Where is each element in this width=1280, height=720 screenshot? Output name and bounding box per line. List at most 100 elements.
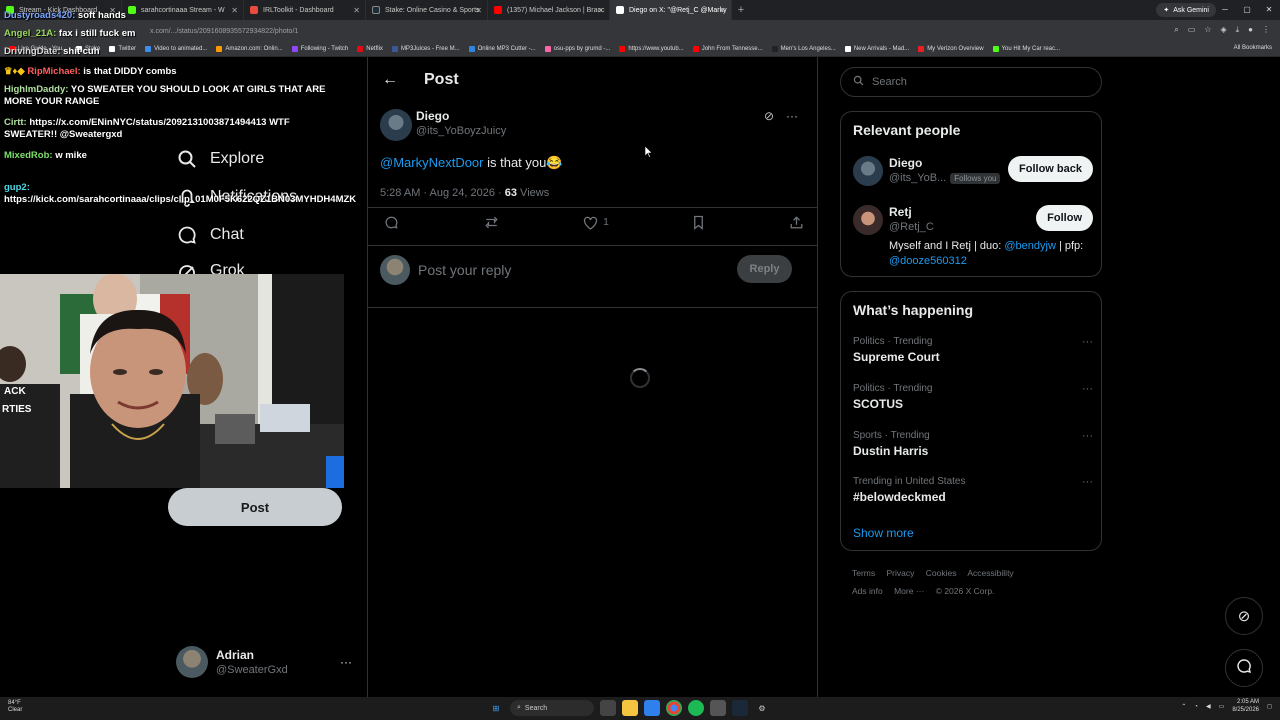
browser-tab-active[interactable]: Diego on X: "@Retj_C @Marky ✕ bbox=[610, 0, 732, 20]
new-tab-button[interactable]: + bbox=[732, 4, 750, 16]
share-icon[interactable] bbox=[789, 215, 804, 230]
bookmark-item[interactable]: osu-pps by grumd -... bbox=[544, 46, 610, 52]
minimize-icon[interactable]: ─ bbox=[1214, 0, 1236, 20]
more-icon[interactable]: ··· bbox=[1082, 430, 1093, 442]
svg-text:ACK: ACK bbox=[4, 386, 26, 397]
close-tab-icon[interactable]: ✕ bbox=[353, 6, 360, 15]
close-tab-icon[interactable]: ✕ bbox=[719, 6, 726, 15]
spotify-icon[interactable] bbox=[688, 700, 704, 716]
more-icon[interactable]: ··· bbox=[340, 655, 352, 669]
reply-input[interactable]: Post your reply bbox=[418, 262, 511, 278]
trend-item[interactable]: Politics · Trending Supreme Court ··· bbox=[853, 336, 1093, 364]
post-timestamp[interactable]: 5:28 AM · Aug 24, 2026 · bbox=[380, 187, 505, 199]
follow-back-button[interactable]: Follow back bbox=[1008, 156, 1093, 182]
downloads-icon[interactable]: ⤓ bbox=[1236, 25, 1240, 35]
maximize-icon[interactable]: ▢ bbox=[1236, 0, 1258, 20]
notifications-icon[interactable]: ◻ bbox=[1267, 703, 1272, 710]
repost-icon[interactable] bbox=[483, 215, 500, 230]
trend-item[interactable]: Sports · Trending Dustin Harris ··· bbox=[853, 430, 1093, 458]
bookmark-item[interactable]: You Hit My Car reac... bbox=[992, 46, 1060, 52]
person-card[interactable]: Diego @its_YoB... Follows you Follow back bbox=[853, 156, 1093, 190]
mention-link[interactable]: @MarkyNextDoor bbox=[380, 155, 484, 170]
network-icon[interactable]: ◔ bbox=[1194, 704, 1198, 710]
footer-link[interactable]: Accessibility bbox=[967, 568, 1013, 578]
post-button[interactable]: Post bbox=[168, 488, 342, 526]
bookmark-item[interactable]: Men's Los Angeles... bbox=[771, 46, 836, 52]
author-name[interactable]: Diego bbox=[416, 109, 506, 123]
bookmark-item[interactable]: Netflix bbox=[357, 46, 383, 52]
follow-button[interactable]: Follow bbox=[1036, 205, 1093, 231]
panel-title: What’s happening bbox=[853, 302, 974, 318]
steam-icon[interactable] bbox=[732, 700, 748, 716]
windows-start-icon[interactable]: ⊞ bbox=[488, 700, 504, 716]
account-switcher[interactable]: Adrian @SweaterGxd bbox=[176, 646, 288, 678]
footer-link[interactable]: Ads info bbox=[852, 586, 883, 596]
bookmark-item[interactable]: My Verizon Overview bbox=[918, 46, 984, 52]
bookmark-star-icon[interactable]: ☆ bbox=[1204, 25, 1211, 35]
trend-item[interactable]: Politics · Trending SCOTUS ··· bbox=[853, 383, 1093, 411]
search-input[interactable]: Search bbox=[840, 67, 1102, 97]
trend-context: Sports · Trending bbox=[853, 430, 930, 441]
nav-item-grok[interactable]: Grok bbox=[176, 262, 245, 274]
more-icon[interactable]: ··· bbox=[786, 109, 798, 123]
like-button[interactable]: 1 bbox=[583, 215, 609, 230]
mouse-cursor-icon bbox=[645, 146, 653, 158]
tray-chevron-icon[interactable]: ⌃ bbox=[1181, 703, 1186, 710]
show-more-link[interactable]: Show more bbox=[853, 526, 914, 540]
footer-link[interactable]: More ··· bbox=[894, 586, 924, 596]
ask-gemini-button[interactable]: ✦ Ask Gemini bbox=[1156, 3, 1216, 17]
more-icon[interactable]: ··· bbox=[1082, 336, 1093, 348]
close-window-icon[interactable]: ✕ bbox=[1258, 0, 1280, 20]
grok-icon[interactable]: ⊘ bbox=[764, 109, 774, 123]
task-view-icon[interactable] bbox=[600, 700, 616, 716]
back-arrow-icon[interactable]: ← bbox=[382, 71, 402, 89]
chat-username: MixedRob: bbox=[4, 150, 53, 161]
bookmark-item[interactable]: https://www.youtub... bbox=[619, 46, 684, 52]
bookmark-item[interactable]: MP3Juices - Free M... bbox=[391, 46, 460, 52]
more-icon[interactable]: ··· bbox=[1082, 383, 1093, 395]
cast-icon[interactable]: ▭ bbox=[1188, 25, 1196, 35]
profile-icon[interactable]: ● bbox=[1248, 25, 1253, 35]
close-tab-icon[interactable]: ✕ bbox=[475, 6, 482, 15]
footer-link[interactable]: Privacy bbox=[887, 568, 915, 578]
browser-tab[interactable]: (1357) Michael Jackson | Bracc ✕ bbox=[488, 0, 610, 20]
photos-icon[interactable] bbox=[644, 700, 660, 716]
avatar[interactable] bbox=[380, 109, 412, 141]
more-icon[interactable]: ··· bbox=[1082, 476, 1093, 488]
extensions-icon[interactable]: ◈ bbox=[1220, 25, 1226, 35]
chrome-icon[interactable] bbox=[666, 700, 682, 716]
avatar bbox=[176, 646, 208, 678]
bookmark-item[interactable]: John From Tennesse... bbox=[692, 46, 763, 52]
battery-icon[interactable]: ▭ bbox=[1219, 703, 1225, 710]
app-icon[interactable] bbox=[710, 700, 726, 716]
taskbar-search[interactable]: ⌕ Search bbox=[510, 700, 594, 716]
browser-tab[interactable]: Stake: Online Casino & Sports ✕ bbox=[366, 0, 488, 20]
nav-label: Grok bbox=[210, 262, 245, 274]
reply-button[interactable]: Reply bbox=[737, 255, 792, 283]
clock[interactable]: 2:05 AM 8/25/2026 bbox=[1232, 699, 1259, 715]
mention-link[interactable]: @dooze560312 bbox=[889, 255, 967, 267]
author-handle[interactable]: @its_YoBoyzJuicy bbox=[416, 125, 506, 137]
footer-link[interactable]: Cookies bbox=[926, 568, 957, 578]
close-tab-icon[interactable]: ✕ bbox=[597, 6, 604, 15]
messages-fab-button[interactable] bbox=[1225, 649, 1263, 687]
volume-icon[interactable]: ◀ bbox=[1206, 703, 1211, 710]
grok-fab-button[interactable]: ⊘ bbox=[1225, 597, 1263, 635]
weather-widget[interactable]: 84°F Clear bbox=[8, 700, 22, 714]
trend-item[interactable]: Trending in United States #belowdeckmed … bbox=[853, 476, 1093, 504]
bookmark-item[interactable]: Online MP3 Cutter -... bbox=[468, 46, 536, 52]
person-card[interactable]: Retj @Retj_C Follow Myself and I Retj | … bbox=[853, 205, 1093, 267]
settings-icon[interactable]: ⚙ bbox=[754, 700, 770, 716]
page-title: Post bbox=[424, 71, 459, 88]
bookmark-item[interactable]: New Arrivals - Mad... bbox=[844, 46, 909, 52]
mention-link[interactable]: @bendyjw bbox=[1004, 240, 1056, 252]
menu-icon[interactable]: ⋮ bbox=[1262, 25, 1270, 35]
footer-link[interactable]: Terms bbox=[852, 568, 875, 578]
all-bookmarks-button[interactable]: All Bookmarks bbox=[1234, 45, 1272, 51]
chat-text: w mike bbox=[55, 150, 87, 161]
zoom-icon[interactable]: ⌕ bbox=[1174, 25, 1178, 35]
reply-icon[interactable] bbox=[384, 215, 399, 230]
file-explorer-icon[interactable] bbox=[622, 700, 638, 716]
bookmark-icon[interactable] bbox=[692, 215, 705, 230]
bookmark-favicon-icon bbox=[844, 46, 851, 52]
